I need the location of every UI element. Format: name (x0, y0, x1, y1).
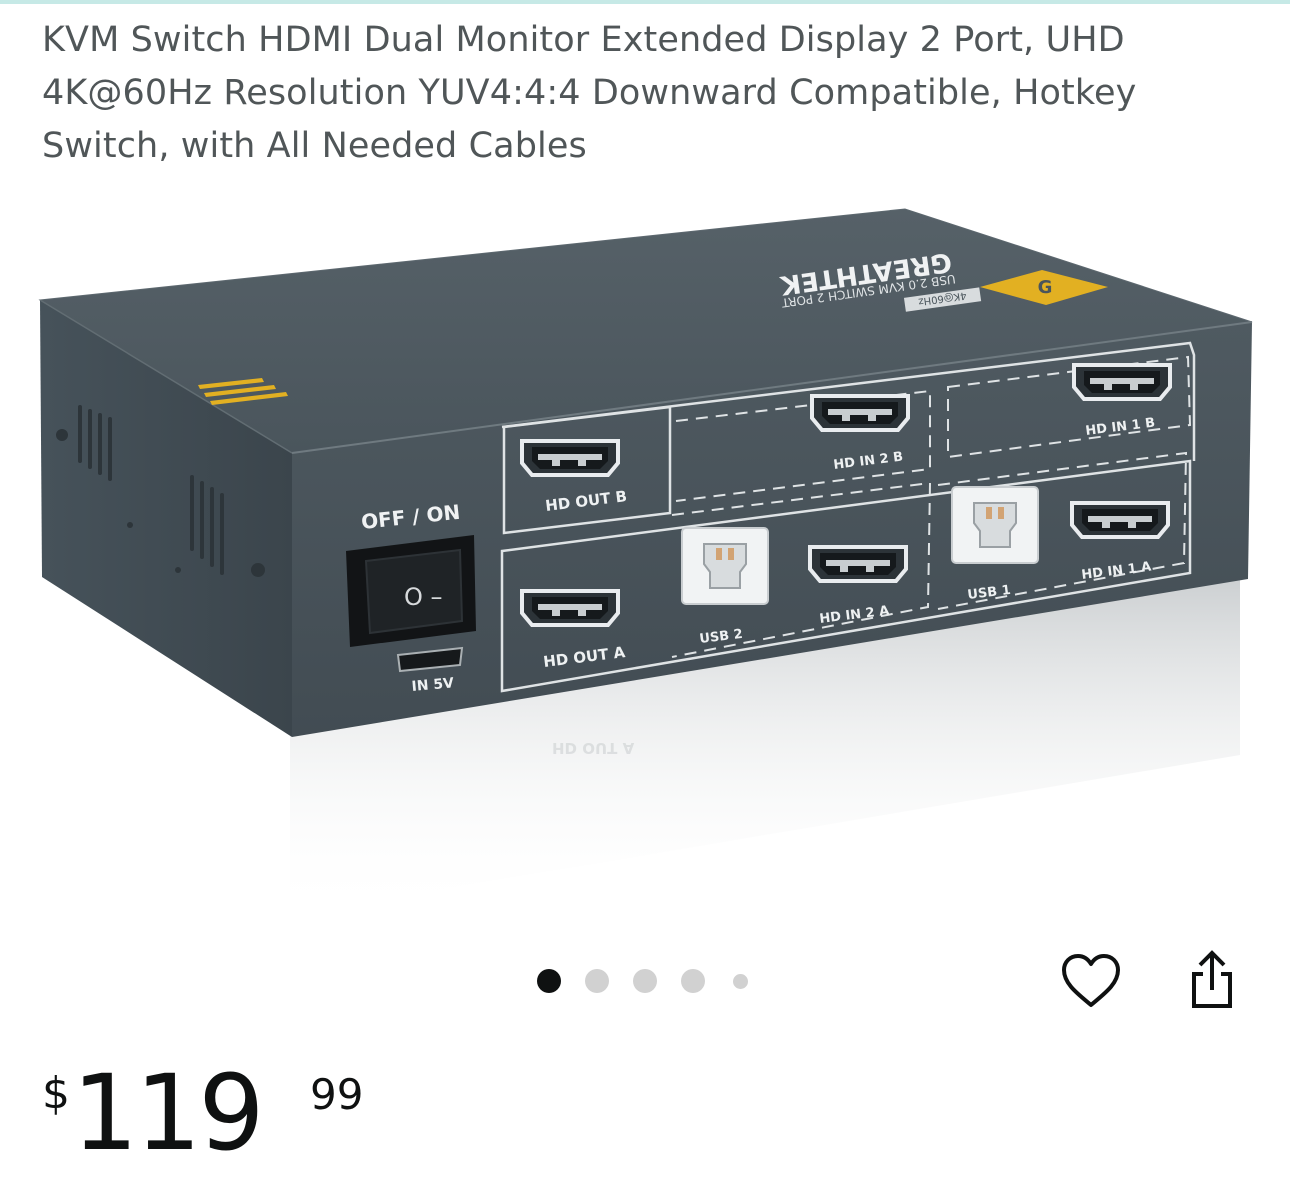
share-icon (1192, 950, 1232, 1008)
usb-2-port (681, 527, 769, 605)
svg-text:G: G (1038, 277, 1053, 298)
carousel-dot-3[interactable] (633, 969, 657, 993)
hd-out-b-port (520, 439, 620, 477)
product-image[interactable]: HD OUT A G GREATHTEK USB 2.0 KVM SWITCH … (0, 195, 1290, 915)
hd-in-2a-port (808, 545, 908, 583)
usb-1-port (951, 486, 1039, 564)
hd-in-1a-port (1070, 501, 1170, 539)
carousel-dot-4[interactable] (681, 969, 705, 993)
hd-in-1b-port (1072, 363, 1172, 401)
reflection-hd-out-a: HD OUT A (552, 739, 635, 757)
price-fraction: 99 (310, 1070, 364, 1119)
carousel-dot-2[interactable] (585, 969, 609, 993)
share-button[interactable] (1176, 944, 1248, 1016)
hd-out-a-port (520, 589, 620, 627)
price-whole: 119 (72, 1052, 265, 1174)
heart-icon (1062, 954, 1120, 1007)
carousel-dot-5[interactable] (733, 974, 748, 989)
product-title: KVM Switch HDMI Dual Monitor Extended Di… (42, 20, 1137, 166)
hd-in-2b-port (810, 394, 910, 432)
top-accent-line (0, 0, 1290, 4)
favorite-button[interactable] (1055, 945, 1127, 1017)
switch-symbols: O – (404, 583, 443, 611)
price-currency: $ (42, 1068, 70, 1119)
carousel-dot-1[interactable] (537, 969, 561, 993)
